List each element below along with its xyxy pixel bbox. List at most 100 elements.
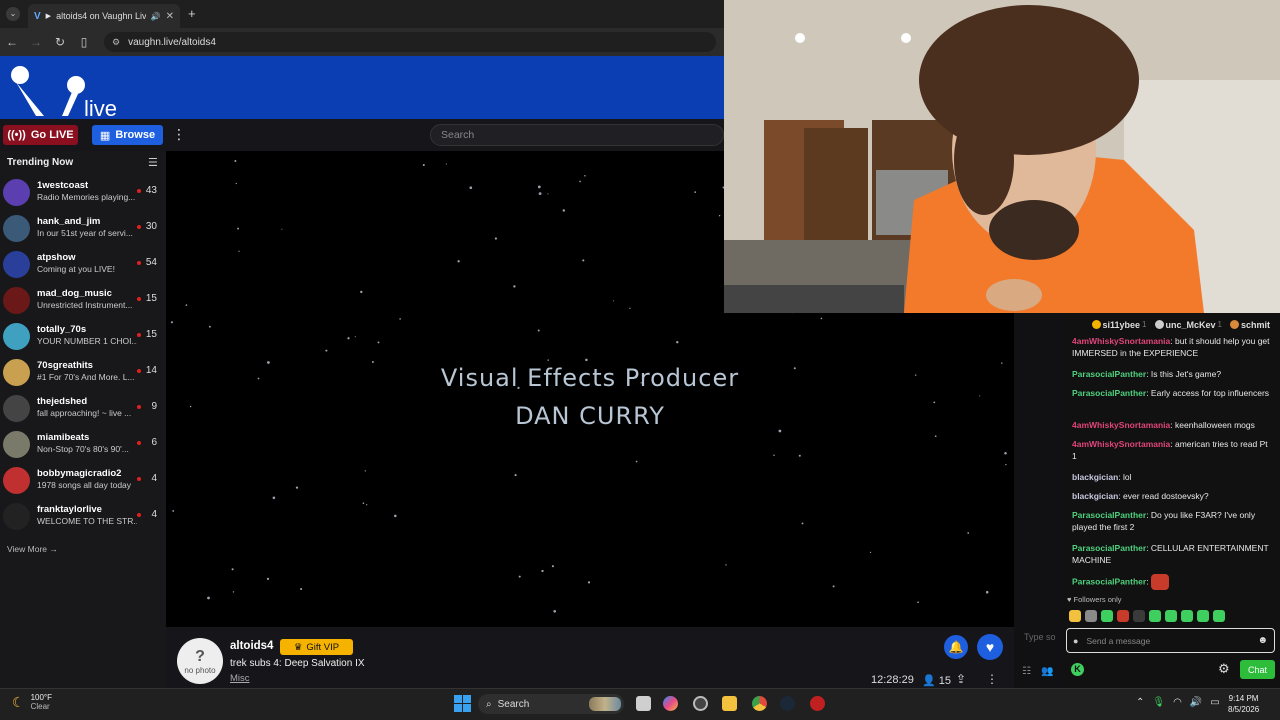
star xyxy=(518,575,521,578)
chat-filter-icon[interactable]: ☷ xyxy=(1022,666,1031,677)
channel-name: miamibeats xyxy=(37,432,90,443)
chat-username[interactable]: ParasocialPanther xyxy=(1072,576,1146,586)
view-more-link[interactable]: View More → xyxy=(7,544,58,554)
emote-icon[interactable] xyxy=(1117,610,1129,622)
chat-username[interactable]: 4amWhiskySnortamania xyxy=(1072,439,1170,449)
settings-app-icon[interactable] xyxy=(693,696,708,711)
taskbar-clock[interactable]: 9:14 PM 8/5/2026 xyxy=(1228,693,1259,715)
chat-points-icon[interactable]: K xyxy=(1071,663,1084,676)
streamer-avatar[interactable]: ? no photo xyxy=(177,638,223,684)
star xyxy=(985,590,989,594)
file-explorer-icon[interactable] xyxy=(722,696,737,711)
task-view-icon[interactable] xyxy=(636,696,651,711)
back-icon[interactable]: ← xyxy=(0,35,24,49)
gift-vip-label: Gift VIP xyxy=(306,641,340,653)
emote-icon[interactable] xyxy=(1149,610,1161,622)
chrome-icon[interactable] xyxy=(752,696,767,711)
emote-icon[interactable] xyxy=(1213,610,1225,622)
more-menu-icon[interactable]: ⋮ xyxy=(172,126,186,144)
steam-icon[interactable] xyxy=(780,696,795,711)
vaughn-live-logo[interactable]: live xyxy=(6,60,126,118)
sidebar-channel-item[interactable]: hank_and_jim In our 51st year of servi...… xyxy=(0,210,166,246)
chat-username[interactable]: ParasocialPanther xyxy=(1072,369,1146,379)
sidebar-toggle-icon[interactable]: ▯ xyxy=(72,35,96,49)
emoji-icon[interactable]: ☻ xyxy=(1257,635,1268,646)
leaderboard-entry[interactable]: schmit xyxy=(1229,320,1272,330)
clock-date: 8/5/2026 xyxy=(1228,705,1260,714)
chat-gutter-icons: ☷ 👥 xyxy=(1022,666,1053,677)
sidebar-channel-item[interactable]: totally_70s YOUR NUMBER 1 CHOI... 15 xyxy=(0,318,166,354)
sidebar-channel-item[interactable]: miamibeats Non-Stop 70's 80's 90'... 6 xyxy=(0,426,166,462)
browser-tab[interactable]: V ▶ altoids4 on Vaughn Live 🔊 ✕ xyxy=(28,4,180,28)
red-app-icon[interactable] xyxy=(810,696,825,711)
star xyxy=(234,160,237,162)
stream-options-icon[interactable]: ⋮ xyxy=(986,672,998,686)
windows-start-icon[interactable] xyxy=(454,695,471,712)
new-tab-icon[interactable]: + xyxy=(188,6,196,21)
chat-username[interactable]: ParasocialPanther xyxy=(1072,543,1146,553)
sidebar-channel-item[interactable]: bobbymagicradio2 1978 songs all day today… xyxy=(0,462,166,498)
streamer-name[interactable]: altoids4 xyxy=(230,640,273,652)
chat-message: ParasocialPanther: CELLULAR ENTERTAINMEN… xyxy=(1072,543,1269,565)
emote-icon[interactable] xyxy=(1165,610,1177,622)
emote-icon[interactable] xyxy=(1085,610,1097,622)
microphone-icon[interactable]: 🎙 xyxy=(1152,697,1165,708)
weather-widget[interactable]: ☾ 100°F Clear xyxy=(12,693,52,711)
tab-close-icon[interactable]: ✕ xyxy=(166,11,174,22)
emote-icon[interactable] xyxy=(1133,610,1145,622)
tray-overflow-icon[interactable]: ⌃ xyxy=(1136,697,1144,708)
browse-button[interactable]: ▦ Browse xyxy=(92,125,163,145)
star xyxy=(445,163,447,165)
sidebar-channel-item[interactable]: 70sgreathits #1 For 70's And More. L... 14 xyxy=(0,354,166,390)
sidebar-channel-item[interactable]: franktaylorlive WELCOME TO THE STR... 4 xyxy=(0,498,166,534)
emote-icon[interactable] xyxy=(1069,610,1081,622)
chat-username[interactable]: blackgician xyxy=(1072,472,1118,482)
chat-username[interactable]: 4amWhiskySnortamania xyxy=(1072,420,1170,430)
badge-icon[interactable]: ● xyxy=(1073,636,1078,646)
forward-icon[interactable]: → xyxy=(24,35,48,49)
channel-viewer-count: 54 xyxy=(145,257,157,268)
rank-badge-icon xyxy=(1154,320,1164,329)
live-dot-icon xyxy=(137,369,141,373)
reload-icon[interactable]: ↻ xyxy=(48,35,72,49)
emote-icon[interactable] xyxy=(1101,610,1113,622)
notification-bell-icon[interactable]: 🔔 xyxy=(944,635,968,659)
collapse-sidebar-icon[interactable]: ☰ xyxy=(148,156,158,169)
rank-badge-icon xyxy=(1091,320,1101,329)
go-live-button[interactable]: ((•)) Go LIVE xyxy=(3,125,78,145)
chat-send-button[interactable]: Chat xyxy=(1240,660,1275,679)
channel-viewer-count: 4 xyxy=(151,509,157,520)
leaderboard-entry[interactable]: si11ybee 1 xyxy=(1091,320,1147,330)
sidebar-channel-item[interactable]: thejedshed fall approaching! ~ live ... 9 xyxy=(0,390,166,426)
share-icon[interactable]: ⇪ xyxy=(956,672,966,686)
volume-icon[interactable]: 🔊 xyxy=(1190,697,1202,708)
chat-username[interactable]: ParasocialPanther xyxy=(1072,510,1146,520)
site-info-icon[interactable]: ⚙ xyxy=(112,37,120,48)
copilot-icon[interactable] xyxy=(663,696,678,711)
emote-icon[interactable] xyxy=(1181,610,1193,622)
leaderboard-entry[interactable]: unc_McKev 1 xyxy=(1154,320,1222,330)
chat-settings-gear-icon[interactable]: ⚙ xyxy=(1218,661,1230,677)
chat-message: 4amWhiskySnortamania: american tries to … xyxy=(1072,439,1268,461)
emote-icon[interactable] xyxy=(1197,610,1209,622)
follow-heart-icon[interactable]: ♥ xyxy=(977,634,1003,660)
battery-icon[interactable]: ▭ xyxy=(1210,697,1219,708)
chat-message-input[interactable]: ● Send a message ☻ xyxy=(1066,628,1275,653)
chat-username[interactable]: ParasocialPanther xyxy=(1072,388,1146,398)
channel-description: #1 For 70's And More. L... xyxy=(37,372,135,382)
sidebar-channel-item[interactable]: atpshow Coming at you LIVE! 54 xyxy=(0,246,166,282)
wifi-icon[interactable]: ◠ xyxy=(1173,697,1182,708)
tab-menu-icon[interactable]: ⌄ xyxy=(6,7,20,21)
url-field[interactable]: ⚙ vaughn.live/altoids4 xyxy=(104,32,716,52)
sidebar-channel-item[interactable]: 1westcoast Radio Memories playing... 43 xyxy=(0,174,166,210)
site-search-input[interactable]: Search xyxy=(430,124,724,146)
chat-username[interactable]: 4amWhiskySnortamania xyxy=(1072,336,1170,346)
chat-users-icon[interactable]: 👥 xyxy=(1041,666,1053,677)
stream-category-link[interactable]: Misc xyxy=(230,673,250,684)
gift-vip-button[interactable]: ♛ Gift VIP xyxy=(280,639,353,655)
chat-text: Early access for top influencers xyxy=(1150,388,1270,398)
audio-icon[interactable]: 🔊 xyxy=(151,12,161,21)
sidebar-channel-item[interactable]: mad_dog_music Unrestricted Instrument... 1… xyxy=(0,282,166,318)
chat-username[interactable]: blackgician xyxy=(1072,491,1118,501)
taskbar-search[interactable]: ⌕ Search xyxy=(478,694,624,714)
